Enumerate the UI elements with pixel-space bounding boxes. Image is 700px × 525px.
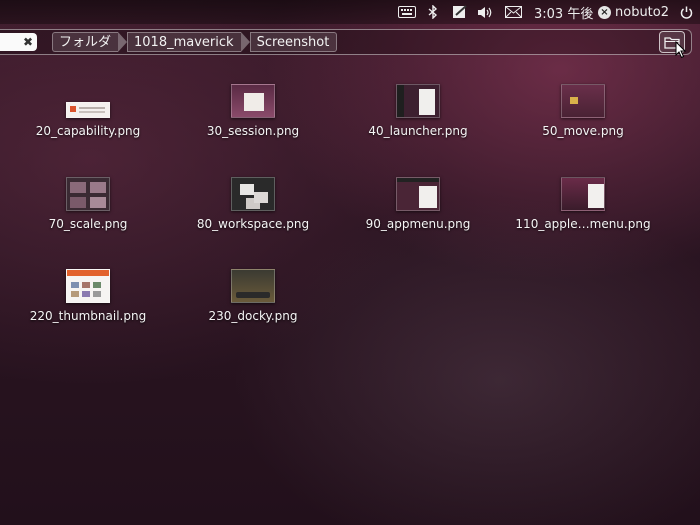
- status-offline-icon: ×: [598, 5, 611, 19]
- file-item[interactable]: 110_apple…menu.png: [503, 175, 663, 231]
- mail-icon[interactable]: [505, 0, 522, 24]
- file-name: 30_session.png: [206, 124, 300, 138]
- file-item[interactable]: 230_docky.png: [173, 267, 333, 323]
- user-name: nobuto2: [615, 4, 670, 20]
- file-name: 70_scale.png: [48, 217, 128, 231]
- bluetooth-icon[interactable]: [428, 0, 438, 24]
- power-icon[interactable]: [680, 0, 693, 24]
- image-thumbnail: [231, 84, 275, 118]
- file-name: 110_apple…menu.png: [515, 217, 651, 231]
- breadcrumb-item[interactable]: フォルダ: [52, 32, 128, 52]
- file-item[interactable]: 90_appmenu.png: [338, 175, 498, 231]
- file-name: 90_appmenu.png: [365, 217, 471, 231]
- image-thumbnail: [231, 269, 275, 303]
- breadcrumb-item-current[interactable]: Screenshot: [249, 32, 338, 52]
- file-name: 40_launcher.png: [368, 124, 468, 138]
- file-item[interactable]: 30_session.png: [173, 82, 333, 138]
- image-thumbnail: [396, 177, 440, 211]
- keyboard-icon[interactable]: [398, 0, 416, 24]
- breadcrumb-item[interactable]: 1018_maverick: [127, 32, 250, 52]
- file-item[interactable]: 220_thumbnail.png: [8, 267, 168, 323]
- volume-icon[interactable]: [477, 0, 494, 24]
- image-thumbnail: [66, 269, 110, 303]
- image-thumbnail: [561, 84, 605, 118]
- mouse-pointer-icon: [675, 41, 687, 59]
- file-name: 20_capability.png: [35, 124, 141, 138]
- image-thumbnail: [66, 177, 110, 211]
- user-menu[interactable]: × nobuto2: [598, 0, 669, 24]
- image-thumbnail: [66, 102, 110, 118]
- file-name: 230_docky.png: [208, 309, 298, 323]
- clear-search-icon[interactable]: ✖: [23, 36, 33, 48]
- file-name: 220_thumbnail.png: [29, 309, 147, 323]
- search-input[interactable]: ✖: [0, 33, 37, 51]
- breadcrumb: フォルダ 1018_maverick Screenshot: [52, 32, 338, 52]
- notes-icon[interactable]: [452, 0, 468, 24]
- file-item[interactable]: 40_launcher.png: [338, 82, 498, 138]
- file-item[interactable]: 70_scale.png: [8, 175, 168, 231]
- image-thumbnail: [561, 177, 605, 211]
- file-item[interactable]: 80_workspace.png: [173, 175, 333, 231]
- file-name: 50_move.png: [542, 124, 624, 138]
- file-name: 80_workspace.png: [196, 217, 310, 231]
- file-item[interactable]: 50_move.png: [503, 82, 663, 138]
- clock[interactable]: 3:03 午後: [534, 0, 593, 24]
- file-item[interactable]: 20_capability.png: [8, 82, 168, 138]
- image-thumbnail: [396, 84, 440, 118]
- image-thumbnail: [231, 177, 275, 211]
- top-panel: 3:03 午後 × nobuto2: [0, 0, 700, 24]
